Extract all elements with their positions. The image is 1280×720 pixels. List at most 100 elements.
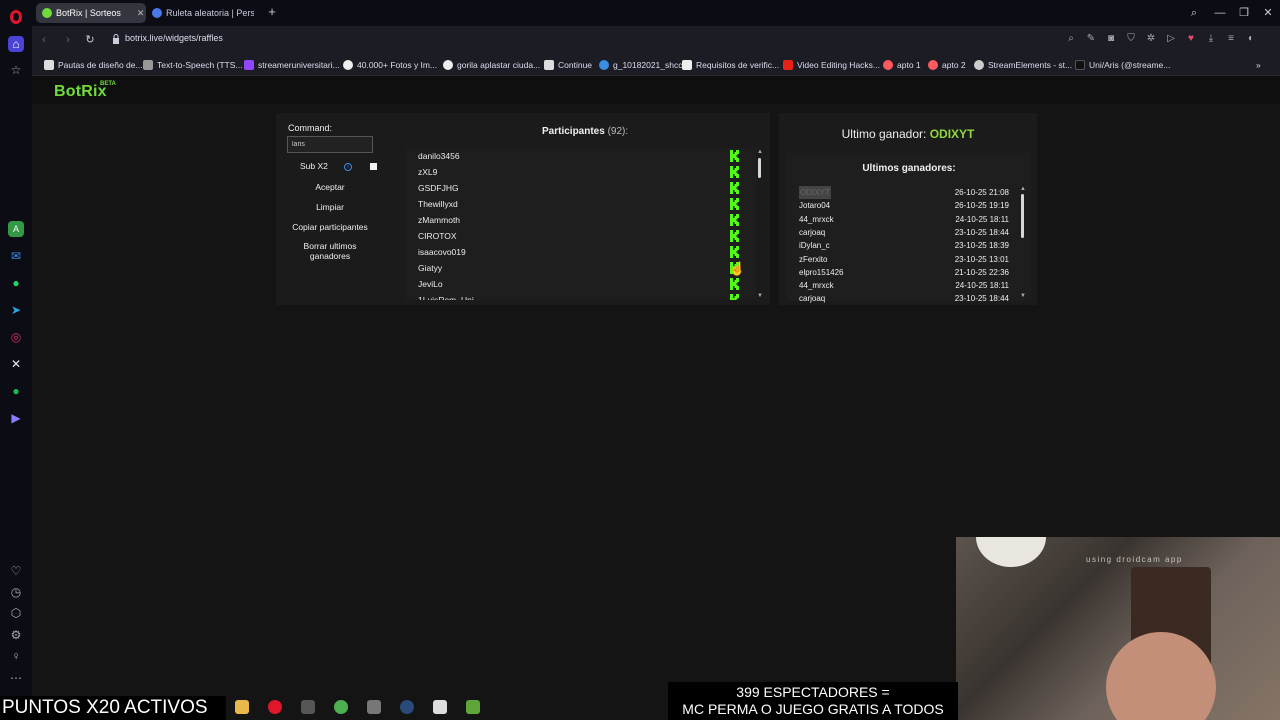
participants-list[interactable]: danilo3456 zXL9 GSDFJHG Thewillyxd zMammoth C… [406, 148, 756, 300]
more-icon[interactable]: ⋯ [8, 670, 24, 686]
file-explorer-icon[interactable] [235, 700, 249, 714]
bookmarks-more-icon[interactable]: » [1256, 58, 1261, 72]
winner-row[interactable]: Jotaro04 26-10-25 19:19 [799, 199, 1009, 212]
back-icon[interactable]: ‹ [36, 32, 52, 48]
info-icon[interactable]: i [344, 163, 352, 171]
opera-icon[interactable] [268, 700, 282, 714]
steam-icon[interactable] [400, 700, 414, 714]
bookmark-item[interactable]: 40.000+ Fotos y Im... [343, 58, 437, 72]
instagram-icon[interactable]: ◎ [8, 329, 24, 345]
opera-logo-icon[interactable] [10, 10, 22, 24]
search-tabs-icon[interactable]: ⌕ [1186, 5, 1202, 21]
participant-row[interactable]: zMammoth [418, 212, 739, 228]
chrome-icon[interactable] [334, 700, 348, 714]
messenger-icon[interactable]: ✉ [8, 248, 24, 264]
bookmark-item[interactable]: Video Editing Hacks... [783, 58, 880, 72]
scroll-thumb[interactable] [1021, 194, 1024, 238]
winner-row[interactable]: elpro151426 21-10-25 22:36 [799, 266, 1009, 279]
minecraft-icon[interactable] [466, 700, 480, 714]
participant-row[interactable]: 1LuisRem_Uni [418, 292, 739, 300]
edit-icon[interactable]: ✎ [1084, 32, 1098, 46]
winner-row[interactable]: iDylan_c 23-10-25 18:39 [799, 239, 1009, 252]
bookmark-item[interactable]: Text-to-Speech (TTS... [143, 58, 243, 72]
tab-botrix[interactable]: BotRix | Sorteos ✕ [36, 3, 146, 23]
restore-icon[interactable]: ❐ [1236, 5, 1252, 21]
scroll-thumb[interactable] [758, 158, 761, 178]
x-icon[interactable]: ✕ [8, 356, 24, 372]
winner-row[interactable]: 44_mrxck 24-10-25 18:11 [799, 279, 1009, 292]
bookmark-item[interactable]: apto 2 [928, 58, 966, 72]
delete-winners-button[interactable]: Borrar ultimos ganadores [287, 241, 373, 261]
forward-icon[interactable]: › [60, 32, 76, 48]
extensions-icon[interactable]: ⬡ [8, 605, 24, 621]
winner-row[interactable]: carjoaq 23-10-25 18:44 [799, 226, 1009, 239]
participant-row[interactable]: isaacovo019 [418, 244, 739, 260]
participant-row[interactable]: danilo3456 [418, 148, 739, 164]
close-window-icon[interactable]: ✕ [1260, 5, 1276, 21]
spotify-icon[interactable]: ● [8, 383, 24, 399]
home-icon[interactable]: ⌂ [8, 36, 24, 52]
participant-row[interactable]: Thewillyxd [418, 196, 739, 212]
search-icon[interactable]: ⌕ [1064, 32, 1078, 46]
copy-participants-button[interactable]: Copiar participantes [287, 222, 373, 232]
scroll-up-icon[interactable]: ▲ [1019, 186, 1027, 192]
shield-icon[interactable]: ⛉ [1124, 32, 1138, 46]
play-icon[interactable]: ▷ [1164, 32, 1178, 46]
minimize-icon[interactable]: — [1212, 5, 1228, 21]
winner-row[interactable]: ODIXYT 26-10-25 21:08 [799, 186, 1009, 199]
bookmark-item[interactable]: Pautas de diseño de... [44, 58, 143, 72]
player-icon[interactable]: ▶ [8, 410, 24, 426]
command-input[interactable] [287, 136, 373, 153]
heart-icon[interactable]: ♥ [1184, 32, 1198, 46]
scroll-down-icon[interactable]: ▼ [1019, 293, 1027, 299]
clear-button[interactable]: Limpiar [287, 202, 373, 212]
bookmark-item[interactable]: Uni/Aris (@streame... [1075, 58, 1170, 72]
download-icon[interactable]: ⤓ [1204, 32, 1218, 46]
settings-icon[interactable]: ⚙ [8, 627, 24, 643]
winner-row[interactable]: carjoaq 23-10-25 18:44 [799, 292, 1009, 305]
pin-icon[interactable]: ☆ [8, 62, 24, 78]
vpn-icon[interactable]: ✲ [1144, 32, 1158, 46]
app-icon[interactable] [367, 700, 381, 714]
menu-icon[interactable]: ≡ [1224, 32, 1238, 46]
participant-row[interactable]: CIROTOX [418, 228, 739, 244]
telegram-icon[interactable]: ➤ [8, 302, 24, 318]
accept-button[interactable]: Aceptar [287, 182, 373, 192]
scroll-up-icon[interactable]: ▲ [756, 149, 764, 155]
close-tab-icon[interactable]: ✕ [137, 8, 145, 19]
bookmark-item[interactable]: StreamElements - st... [974, 58, 1072, 72]
participants-scrollbar[interactable]: ▲ ▼ [756, 149, 764, 299]
reload-icon[interactable]: ↻ [82, 32, 98, 48]
bookmark-item[interactable]: gorila aplastar ciuda... [443, 58, 540, 72]
heart-icon[interactable]: ♡ [8, 563, 24, 579]
botrix-logo[interactable]: BotRix [54, 83, 107, 101]
tips-icon[interactable]: ♀ [8, 648, 24, 664]
sub-x2-checkbox[interactable] [370, 163, 377, 170]
url-field[interactable]: botrix.live/widgets/raffles [125, 33, 223, 43]
winner-row[interactable]: zFerxito 23-10-25 13:01 [799, 253, 1009, 266]
aria-icon[interactable]: A [8, 221, 24, 237]
new-tab-icon[interactable]: + [264, 4, 280, 20]
capcut-icon[interactable] [433, 700, 447, 714]
profile-icon[interactable]: ◐ [1244, 32, 1258, 46]
sub-x2-toggle[interactable]: Sub X2 i [300, 161, 384, 173]
app-icon[interactable] [301, 700, 315, 714]
whatsapp-icon[interactable]: ● [8, 275, 24, 291]
bookmark-item[interactable]: Continue [544, 58, 592, 72]
scroll-down-icon[interactable]: ▼ [756, 293, 764, 299]
camera-icon[interactable]: ◙ [1104, 32, 1118, 46]
bookmark-item[interactable]: streameruniversitari... [244, 58, 340, 72]
bookmark-item[interactable]: apto 1 [883, 58, 921, 72]
participant-row[interactable]: zXL9 [418, 164, 739, 180]
bookmark-item[interactable]: Requisitos de verific... [682, 58, 779, 72]
participant-row[interactable]: Giatyy [418, 260, 739, 276]
bookmark-item[interactable]: g_10182021_shcc [599, 58, 682, 72]
x-icon [682, 60, 692, 70]
lock-icon[interactable] [112, 34, 120, 44]
tab-ruleta[interactable]: Ruleta aleatoria | Personal [146, 3, 254, 23]
participant-row[interactable]: GSDFJHG [418, 180, 739, 196]
history-icon[interactable]: ◷ [8, 584, 24, 600]
winners-scrollbar[interactable]: ▲ ▼ [1019, 186, 1027, 300]
winner-row[interactable]: 44_mrxck 24-10-25 18:11 [799, 213, 1009, 226]
participant-row[interactable]: JeviLo [418, 276, 739, 292]
